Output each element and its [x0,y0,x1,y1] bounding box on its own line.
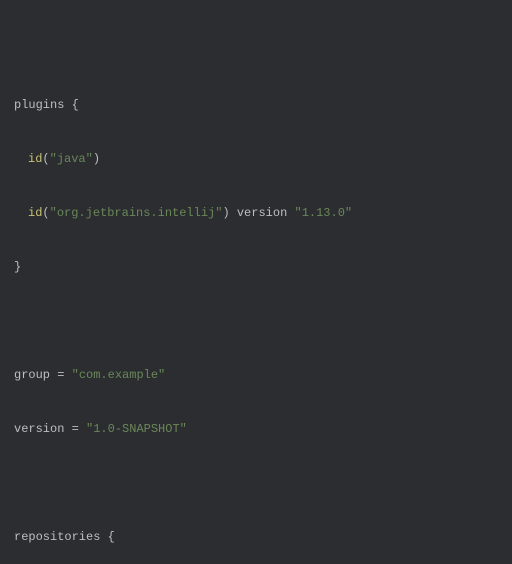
code-line: plugins { [14,96,498,114]
blank-line [14,312,498,330]
code-line: id("java") [14,150,498,168]
code-line: } [14,258,498,276]
code-line: repositories { [14,528,498,546]
blank-line [14,474,498,492]
code-editor[interactable]: plugins { id("java") id("org.jetbrains.i… [0,0,512,564]
code-line: id("org.jetbrains.intellij") version "1.… [14,204,498,222]
copy-icon[interactable] [484,6,502,24]
code-line: version = "1.0-SNAPSHOT" [14,420,498,438]
code-line: group = "com.example" [14,366,498,384]
